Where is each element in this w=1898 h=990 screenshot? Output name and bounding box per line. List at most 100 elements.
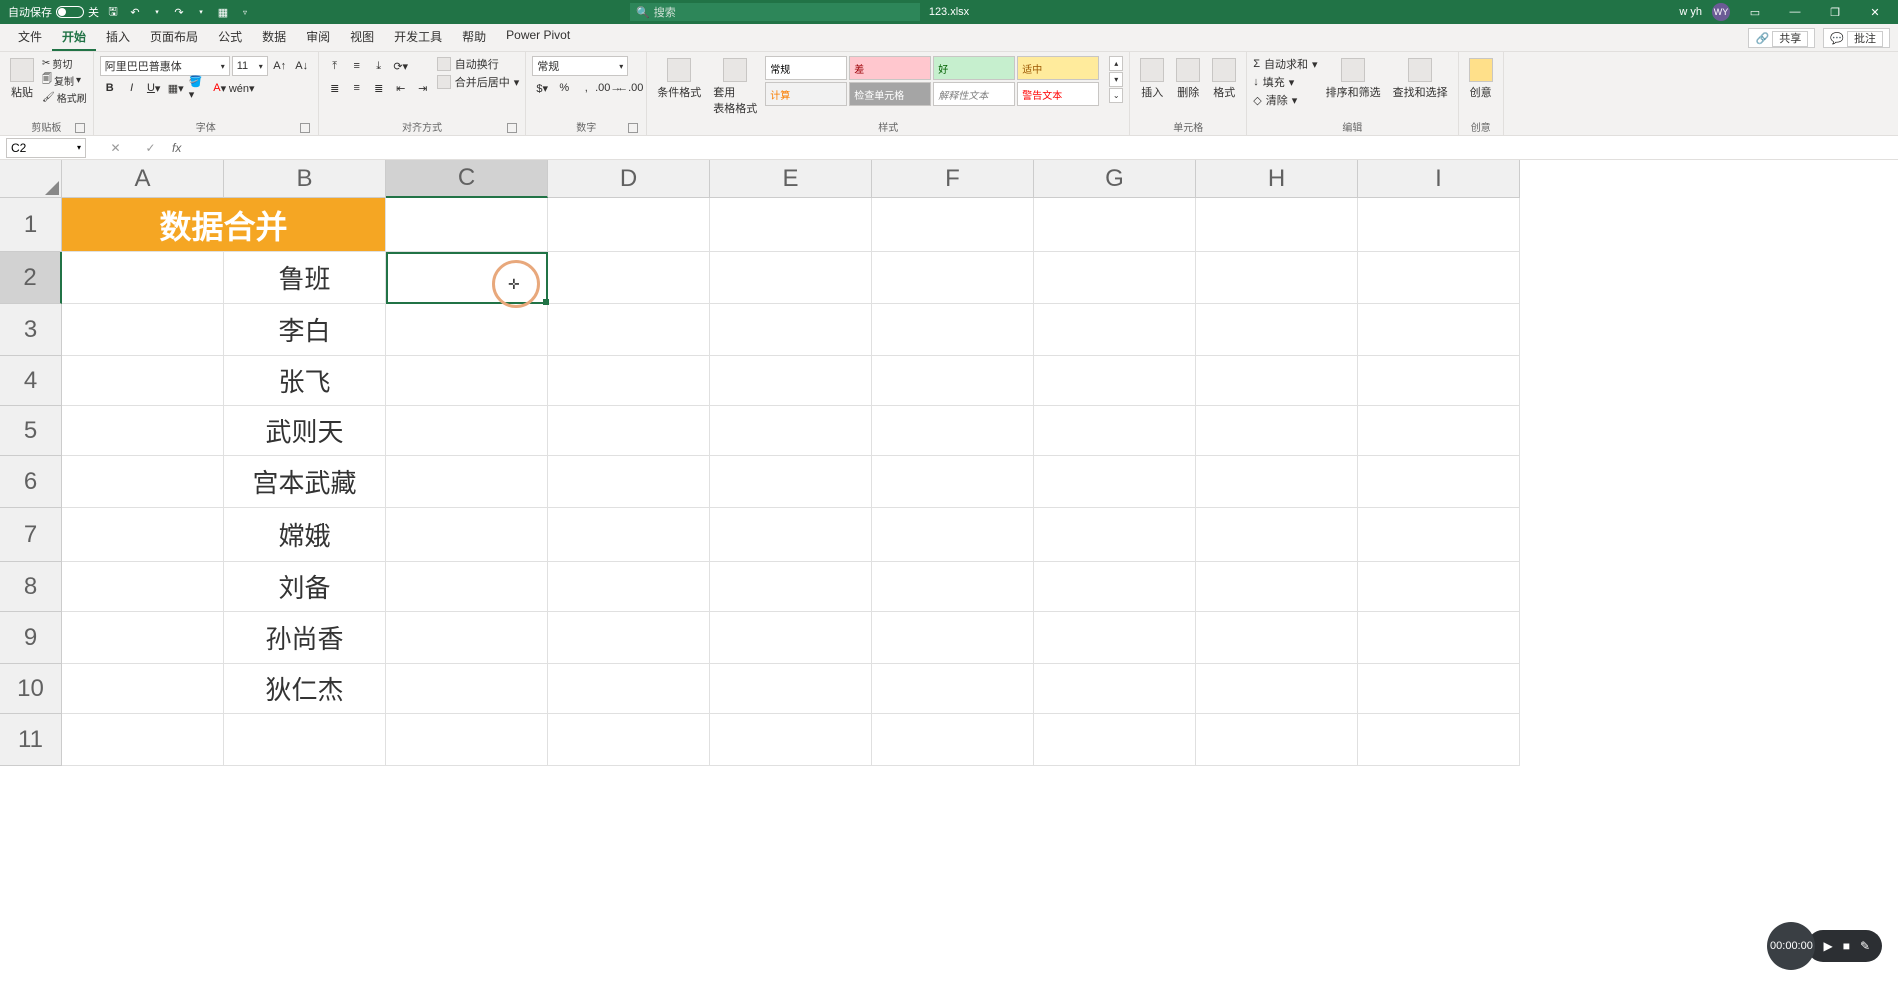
tab-Power Pivot[interactable]: Power Pivot: [496, 24, 580, 51]
cell-E10[interactable]: [710, 664, 872, 714]
align-bottom-icon[interactable]: ⤓: [369, 56, 389, 76]
increase-font-icon[interactable]: A↑: [270, 56, 290, 76]
column-header-I[interactable]: I: [1358, 160, 1520, 198]
cell-C10[interactable]: [386, 664, 548, 714]
column-header-F[interactable]: F: [872, 160, 1034, 198]
autosum-button[interactable]: Σ自动求和 ▾: [1253, 56, 1317, 72]
cell-G3[interactable]: [1034, 304, 1196, 356]
number-launcher[interactable]: [628, 123, 638, 133]
cell-F7[interactable]: [872, 508, 1034, 562]
cell-H4[interactable]: [1196, 356, 1358, 406]
minimize-icon[interactable]: —: [1780, 0, 1810, 24]
cell-G5[interactable]: [1034, 406, 1196, 456]
stop-icon[interactable]: ■: [1843, 939, 1850, 953]
redo-icon[interactable]: ↷: [171, 4, 187, 20]
phonetic-button[interactable]: wén▾: [232, 78, 252, 98]
row-header-10[interactable]: 10: [0, 664, 62, 714]
cell-B8[interactable]: 刘备: [224, 562, 386, 612]
align-right-icon[interactable]: ≣: [369, 78, 389, 98]
edit-recording-icon[interactable]: ✎: [1860, 939, 1870, 953]
font-launcher[interactable]: [300, 123, 310, 133]
cell-H2[interactable]: [1196, 252, 1358, 304]
cell-H10[interactable]: [1196, 664, 1358, 714]
cell-C11[interactable]: [386, 714, 548, 766]
wrap-text-button[interactable]: 自动换行: [437, 56, 520, 72]
cell-E2[interactable]: [710, 252, 872, 304]
cell-E3[interactable]: [710, 304, 872, 356]
format-cells-button[interactable]: 格式: [1208, 56, 1240, 102]
merge-center-button[interactable]: 合并后居中 ▾: [437, 74, 520, 90]
border-button[interactable]: ▦▾: [166, 78, 186, 98]
paste-button[interactable]: 粘贴: [6, 56, 38, 102]
cell-F1[interactable]: [872, 198, 1034, 252]
cell-G7[interactable]: [1034, 508, 1196, 562]
number-format-combo[interactable]: 常规▾: [532, 56, 628, 76]
cell-E11[interactable]: [710, 714, 872, 766]
cell-B4[interactable]: 张飞: [224, 356, 386, 406]
cell-C7[interactable]: [386, 508, 548, 562]
cell-B6[interactable]: 宫本武藏: [224, 456, 386, 508]
cell-E7[interactable]: [710, 508, 872, 562]
cell-A8[interactable]: [62, 562, 224, 612]
cell-B9[interactable]: 孙尚香: [224, 612, 386, 664]
comments-button[interactable]: 💬 批注: [1823, 28, 1890, 48]
save-icon[interactable]: 🖫: [105, 4, 121, 20]
cell-H3[interactable]: [1196, 304, 1358, 356]
cell-style-解释性文本[interactable]: 解释性文本: [933, 82, 1015, 106]
cell-E5[interactable]: [710, 406, 872, 456]
bold-button[interactable]: B: [100, 78, 120, 98]
cell-D2[interactable]: [548, 252, 710, 304]
fill-handle[interactable]: [543, 299, 549, 305]
delete-cells-button[interactable]: 删除: [1172, 56, 1204, 102]
tab-审阅[interactable]: 审阅: [296, 24, 340, 51]
cell-I2[interactable]: [1358, 252, 1520, 304]
column-header-A[interactable]: A: [62, 160, 224, 198]
close-icon[interactable]: ✕: [1860, 0, 1890, 24]
sort-filter-button[interactable]: 排序和筛选: [1322, 56, 1385, 102]
cell-C6[interactable]: [386, 456, 548, 508]
cell-F6[interactable]: [872, 456, 1034, 508]
cell-A6[interactable]: [62, 456, 224, 508]
row-header-5[interactable]: 5: [0, 406, 62, 456]
styles-scroll-up[interactable]: ▴: [1109, 56, 1123, 71]
cell-B2[interactable]: 鲁班: [224, 252, 386, 304]
ideas-button[interactable]: 创意: [1465, 56, 1497, 102]
share-button[interactable]: 🔗 共享: [1748, 28, 1815, 48]
cell-E9[interactable]: [710, 612, 872, 664]
cell-F3[interactable]: [872, 304, 1034, 356]
cell-D4[interactable]: [548, 356, 710, 406]
cell-D6[interactable]: [548, 456, 710, 508]
cell-merged-title[interactable]: 数据合并: [62, 198, 386, 252]
cell-H8[interactable]: [1196, 562, 1358, 612]
cell-A4[interactable]: [62, 356, 224, 406]
fill-button[interactable]: ↓填充 ▾: [1253, 74, 1317, 90]
cell-I11[interactable]: [1358, 714, 1520, 766]
row-header-7[interactable]: 7: [0, 508, 62, 562]
tab-开始[interactable]: 开始: [52, 24, 96, 51]
cell-H1[interactable]: [1196, 198, 1358, 252]
styles-more[interactable]: ⌄: [1109, 88, 1123, 103]
cell-I3[interactable]: [1358, 304, 1520, 356]
row-header-3[interactable]: 3: [0, 304, 62, 356]
column-header-D[interactable]: D: [548, 160, 710, 198]
cell-style-差[interactable]: 差: [849, 56, 931, 80]
cell-F4[interactable]: [872, 356, 1034, 406]
styles-scroll-down[interactable]: ▾: [1109, 72, 1123, 87]
cell-I10[interactable]: [1358, 664, 1520, 714]
cell-C4[interactable]: [386, 356, 548, 406]
cell-G1[interactable]: [1034, 198, 1196, 252]
cell-G9[interactable]: [1034, 612, 1196, 664]
cell-D1[interactable]: [548, 198, 710, 252]
cell-D5[interactable]: [548, 406, 710, 456]
maximize-icon[interactable]: ❐: [1820, 0, 1850, 24]
increase-decimal-icon[interactable]: .00→: [598, 78, 618, 98]
cell-I8[interactable]: [1358, 562, 1520, 612]
play-icon[interactable]: ▶: [1823, 939, 1832, 953]
cell-A3[interactable]: [62, 304, 224, 356]
orientation-icon[interactable]: ⟳▾: [391, 56, 411, 76]
tab-数据[interactable]: 数据: [252, 24, 296, 51]
cell-style-适中[interactable]: 适中: [1017, 56, 1099, 80]
row-header-6[interactable]: 6: [0, 456, 62, 508]
cell-D7[interactable]: [548, 508, 710, 562]
cell-style-检查单元格[interactable]: 检查单元格: [849, 82, 931, 106]
